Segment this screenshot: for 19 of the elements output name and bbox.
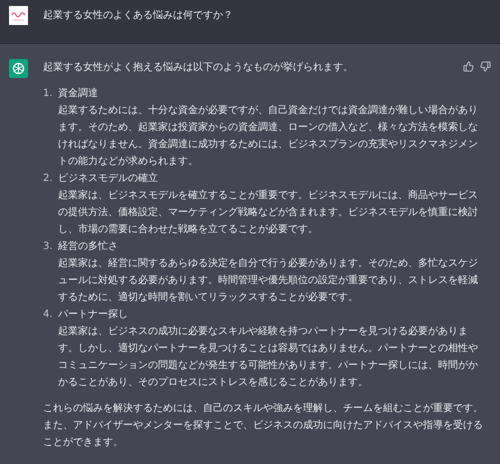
item-description: 起業家は、経営に関するあらゆる決定を自分で行う必要があります。そのため、多忙なスケジュールに対処する必要があります。時間管理や優先順位の設定が重要であり、ストレスを軽減するために、適切な時間を割いてリラックスすることが必要です。: [58, 256, 479, 305]
item-title: 経営の多忙さ: [58, 240, 119, 254]
assistant-logo-icon: [9, 59, 28, 78]
logo-icon: [9, 6, 28, 25]
answer-conclusion: これらの悩みを解決するためには、自己のスキルや強みを理解し、チームを組むことが重要です。また、アドバイザーやメンターを探すことで、ビジネスの成功に向けたアドバイスや指導を受けることができます。: [43, 402, 484, 450]
list-number: 1.: [43, 87, 54, 101]
item-title: ビジネスモデルの確立: [58, 172, 159, 186]
item-title: パートナー探し: [58, 308, 129, 322]
list-number: 2.: [43, 172, 54, 186]
thumbs-up-icon[interactable]: [463, 61, 474, 72]
item-description: 起業家は、ビジネスモデルを確立することが重要です。ビジネスモデルには、商品やサービスの提供方法、価格設定、マーケティング戦略などが含まれます。ビジネスモデルを慎重に検討し、市場の需要に合わせた戦略を立てることが必要です。: [58, 188, 479, 237]
item-description: 起業するためには、十分な資金が必要ですが、自己資金だけでは資金調達が難しい場合があります。そのため、起業家は投資家からの資金調達、ローンの借入など、様々な方法を模索しなければなりません。資金調達に成功するためには、ビジネスプランの充実やリスクマネジメントの能力などが求められます。: [58, 104, 479, 169]
thumbs-down-icon[interactable]: [480, 61, 491, 72]
answer-intro: 起業する女性がよく抱える悩みは以下のようなものが挙げられます。: [43, 60, 353, 75]
user-question: 起業する女性のよくある悩みは何ですか？: [43, 8, 233, 23]
list-number: 4.: [43, 308, 54, 322]
item-title: 資金調達: [58, 86, 99, 101]
item-description: 起業家は、ビジネスの成功に必要なスキルや経験を持つパートナーを見つける必要があります。しかし、適切なパートナーを見つけることは容易ではありません。パートナーとの相性やコミュニケーションの問題などが発生する可能性があります。パートナー探しには、時間がかかることがあり、そのプロセスにストレスを感じることがあります。: [58, 324, 479, 390]
list-number: 3.: [43, 240, 54, 254]
